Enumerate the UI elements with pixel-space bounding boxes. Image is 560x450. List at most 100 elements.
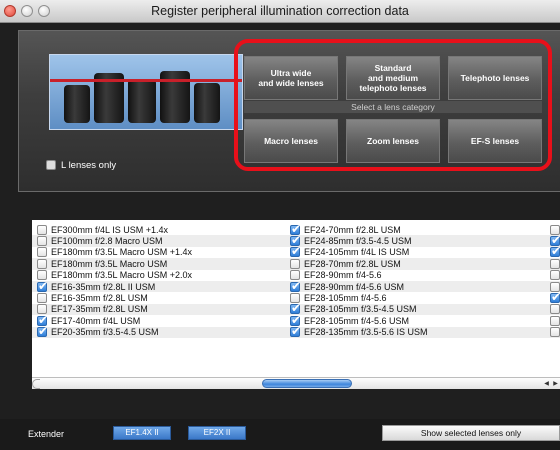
lens-item[interactable]: EF28-105mm f/3.5-4.5 USM [290, 301, 417, 315]
lens-graphic [128, 79, 156, 123]
category-label: Macro lenses [264, 136, 318, 146]
lens-item[interactable]: EF17-40mm f/4L USM [37, 313, 141, 327]
lens-graphic [194, 83, 220, 123]
lens-item[interactable]: EF180mm f/3.5L Macro USM [37, 258, 167, 269]
lens-checkbox[interactable] [37, 293, 47, 304]
category-label: Telephoto lenses [460, 73, 530, 83]
lens-checkbox[interactable] [37, 236, 47, 247]
app-window: Register peripheral illumination correct… [0, 0, 560, 450]
lens-name: EF28-105mm f/4-5.6 USM [304, 315, 410, 326]
lens-checkbox[interactable] [550, 290, 560, 304]
window-title: Register peripheral illumination correct… [151, 4, 409, 18]
l-lenses-only-checkbox[interactable] [46, 160, 56, 170]
lens-item-partial[interactable] [550, 327, 560, 338]
lens-item[interactable]: EF100mm f/2.8 Macro USM [37, 235, 163, 247]
lens-name: EF28-90mm f/4-5.6 [304, 270, 382, 281]
lens-item-partial[interactable] [550, 290, 560, 304]
lens-name: EF300mm f/4L IS USM +1.4x [51, 224, 168, 235]
category-label: EF-S lenses [470, 136, 520, 146]
lens-item[interactable]: EF180mm f/3.5L Macro USM +2.0x [37, 270, 192, 281]
category-label: Zoom lenses [367, 136, 419, 146]
lens-name: EF24-85mm f/3.5-4.5 USM [304, 236, 412, 247]
lens-name: EF24-70mm f/2.8L USM [304, 224, 401, 235]
category-ultra-wide-button[interactable]: Ultra wide and wide lenses [244, 56, 338, 100]
lens-item[interactable]: EF28-90mm f/4-5.6 USM [290, 279, 405, 293]
lens-item[interactable]: EF300mm f/4L IS USM +1.4x [37, 224, 168, 235]
lens-checkbox[interactable] [290, 244, 301, 258]
lens-checkbox[interactable] [290, 279, 301, 293]
lens-checkbox[interactable] [550, 304, 560, 315]
category-macro-button[interactable]: Macro lenses [244, 119, 338, 163]
lens-name: EF100mm f/2.8 Macro USM [51, 236, 163, 247]
horizontal-scrollbar[interactable]: ◀ ▶ [32, 377, 560, 389]
lens-checkbox[interactable] [37, 258, 47, 269]
title-bar: Register peripheral illumination correct… [0, 0, 560, 23]
lens-checkbox[interactable] [37, 324, 48, 338]
lens-item[interactable]: EF28-135mm f/3.5-5.6 IS USM [290, 324, 428, 338]
lens-name: EF180mm f/3.5L Macro USM [51, 258, 168, 269]
lens-name: EF180mm f/3.5L Macro USM +1.4x [51, 247, 192, 258]
lens-name: EF16-35mm f/2.8L II USM [51, 281, 156, 292]
lens-item[interactable]: EF28-105mm f/4-5.6 USM [290, 313, 410, 327]
extender-1-4x-button[interactable]: EF1.4X II [113, 426, 171, 440]
lens-item[interactable]: EF28-70mm f/2.8L USM [290, 258, 401, 269]
category-ef-s-button[interactable]: EF-S lenses [448, 119, 542, 163]
lens-name: EF28-135mm f/3.5-5.6 IS USM [304, 327, 428, 338]
extender-2x-button[interactable]: EF2X II [188, 426, 246, 440]
lens-checkbox[interactable] [550, 315, 560, 326]
lens-item[interactable]: EF28-90mm f/4-5.6 [290, 270, 382, 281]
scroll-left-icon[interactable]: ◀ [544, 380, 549, 387]
lens-item-partial[interactable] [550, 315, 560, 326]
lens-row: EF20-35mm f/3.5-4.5 USM EF28-135mm f/3.5-… [32, 324, 560, 338]
category-zoom-button[interactable]: Zoom lenses [346, 119, 440, 163]
show-selected-lenses-button[interactable]: Show selected lenses only [382, 425, 560, 441]
scroll-thumb[interactable] [262, 379, 352, 388]
lens-list: EF300mm f/4L IS USM +1.4x EF24-70mm f/2.8… [32, 220, 560, 378]
lens-name: EF180mm f/3.5L Macro USM +2.0x [51, 270, 192, 281]
lens-checkbox[interactable] [37, 247, 47, 258]
category-telephoto-button[interactable]: Telephoto lenses [448, 56, 542, 100]
lens-name: EF28-90mm f/4-5.6 USM [304, 281, 405, 292]
lens-item[interactable]: EF17-35mm f/2.8L USM [37, 304, 148, 315]
scroll-track-end [32, 379, 40, 389]
lens-checkbox[interactable] [290, 258, 300, 269]
lens-item[interactable]: EF20-35mm f/3.5-4.5 USM [37, 324, 159, 338]
lens-item[interactable]: EF28-105mm f/4-5.6 [290, 292, 387, 304]
extender-label: Extender [28, 429, 65, 439]
lens-row: EF16-35mm f/2.8L II USM EF28-90mm f/4-5.6… [32, 279, 560, 293]
lens-checkbox[interactable] [37, 279, 48, 293]
lens-item[interactable]: EF24-85mm f/3.5-4.5 USM [290, 233, 412, 247]
lens-checkbox[interactable] [550, 244, 560, 258]
lens-checkbox[interactable] [550, 270, 560, 281]
category-label: Standard and medium telephoto lenses [359, 63, 427, 93]
lens-item[interactable]: EF16-35mm f/2.8L USM [37, 292, 148, 304]
lens-lineup-image [49, 54, 243, 130]
lens-checkbox[interactable] [550, 258, 560, 269]
lens-item-partial[interactable] [550, 304, 560, 315]
category-caption: Select a lens category [244, 101, 542, 113]
lens-item-partial[interactable] [550, 258, 560, 269]
scroll-right-icon[interactable]: ▶ [553, 380, 558, 387]
category-label: Ultra wide and wide lenses [258, 68, 324, 88]
lens-item-partial[interactable] [550, 270, 560, 281]
lens-item[interactable]: EF24-105mm f/4L IS USM [290, 244, 409, 258]
lens-item[interactable]: EF24-70mm f/2.8L USM [290, 222, 401, 236]
bottom-bar: Extender EF1.4X II EF2X II Show selected… [0, 419, 560, 450]
lens-row: EF180mm f/3.5L Macro USM EF28-70mm f/2.8L… [32, 258, 560, 270]
lens-red-ring [50, 79, 242, 82]
lens-name: EF17-40mm f/4L USM [51, 315, 141, 326]
lens-name: EF17-35mm f/2.8L USM [51, 304, 148, 315]
category-standard-button[interactable]: Standard and medium telephoto lenses [346, 56, 440, 100]
lens-item[interactable]: EF180mm f/3.5L Macro USM +1.4x [37, 247, 192, 258]
lens-item-partial[interactable] [550, 244, 560, 258]
lens-row: EF180mm f/3.5L Macro USM +1.4x EF24-105mm… [32, 244, 560, 258]
lens-checkbox[interactable] [550, 327, 560, 338]
lens-name: EF20-35mm f/3.5-4.5 USM [51, 327, 159, 338]
lens-checkbox[interactable] [290, 324, 301, 338]
scroll-arrows[interactable]: ◀ ▶ [542, 378, 560, 389]
l-lenses-only-label: L lenses only [61, 159, 117, 171]
lens-checkbox[interactable] [37, 224, 47, 235]
lens-item[interactable]: EF16-35mm f/2.8L II USM [37, 279, 156, 293]
l-lenses-only-option[interactable]: L lenses only [46, 158, 116, 172]
lens-name: EF28-105mm f/3.5-4.5 USM [304, 304, 417, 315]
